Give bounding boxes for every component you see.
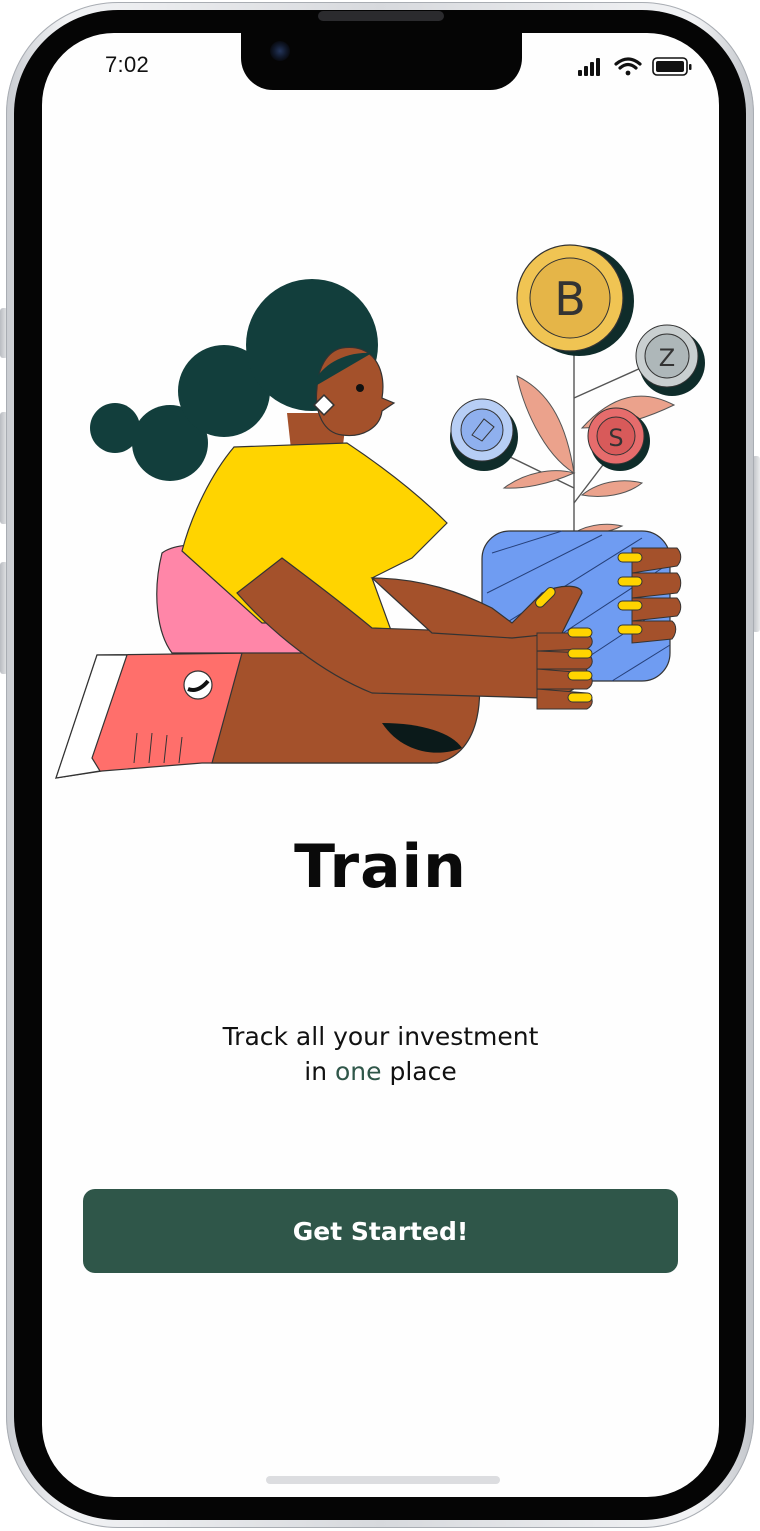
svg-text:Z: Z [659, 344, 675, 372]
svg-text:B: B [554, 272, 586, 326]
subtitle-prefix: in [304, 1057, 335, 1086]
page-title: Train [294, 832, 467, 902]
subtitle-suffix: place [381, 1057, 457, 1086]
phone-device: 7:02 B Z S Train Track all your investme… [0, 0, 760, 1531]
bitcoin-coin-icon: B [516, 244, 634, 356]
svg-text:S: S [608, 424, 623, 452]
subtitle-line-1: Track all your investment [222, 1022, 539, 1051]
tether-coin-icon: Z [635, 324, 705, 396]
subtitle-line-2: in one place [42, 1054, 719, 1089]
ethereum-coin-icon [450, 398, 518, 471]
home-indicator[interactable] [266, 1476, 500, 1484]
earpiece-speaker [318, 11, 444, 21]
hero-illustration: B Z S [55, 244, 705, 779]
app-screen: 7:02 B Z S Train Track all your investme… [42, 33, 719, 1497]
subtitle: Track all your investment in one place [42, 1019, 719, 1089]
get-started-button[interactable]: Get Started! [83, 1189, 678, 1273]
subtitle-highlight: one [335, 1057, 382, 1086]
